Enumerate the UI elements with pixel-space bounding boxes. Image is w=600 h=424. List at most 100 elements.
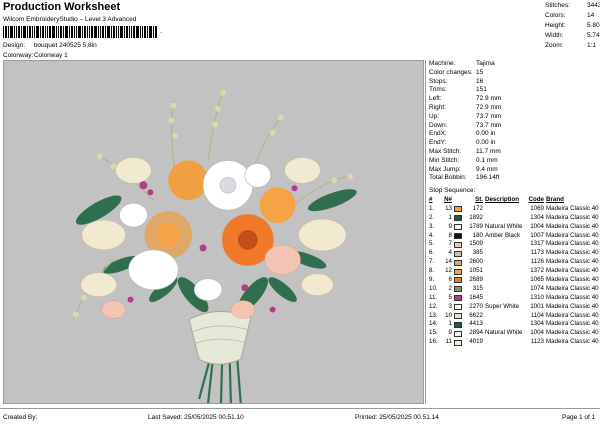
stat-height: Height: 5.80 in <box>545 21 600 31</box>
row-brand: Madeira Classic 40 <box>546 267 599 275</box>
stat-label: Zoom: <box>545 42 564 49</box>
stat-value: 14 <box>587 12 595 19</box>
row-stitches: 385 <box>472 249 483 257</box>
row-needle: 8 <box>448 231 452 239</box>
row-brand: Madeira Classic 40 <box>546 204 599 212</box>
color-swatch <box>454 330 462 337</box>
row-needle: 14 <box>445 258 452 266</box>
info-row: Max Stitch: 11.7 mm <box>429 148 501 157</box>
table-row: 14. 1 4413 1304 Madeira Classic 40 <box>429 320 599 329</box>
row-needle: 11 <box>445 338 452 346</box>
info-row: Stops: 16 <box>429 78 501 87</box>
colorway-row: Colonway: Colonway 1 <box>3 52 68 59</box>
stat-label: Width: <box>545 32 564 39</box>
footer: Created By: Last Saved: 25/05/2025 00.51… <box>0 408 600 424</box>
row-brand: Madeira Classic 40 <box>546 222 599 230</box>
row-needle: 1 <box>448 320 452 328</box>
color-swatch <box>454 277 462 284</box>
row-needle: 10 <box>445 311 452 319</box>
row-stitches: 180 <box>472 231 483 239</box>
row-brand: Madeira Classic 40 <box>546 240 599 248</box>
row-index: 10. <box>429 284 438 292</box>
info-value: 0.00 in <box>476 130 496 138</box>
row-needle: 12 <box>445 267 452 275</box>
barcode-suffix: . <box>160 28 162 35</box>
info-row: Color changes: 15 <box>429 69 501 78</box>
machine-info: Machine: Tajima Color changes: 15 Stops: 16… <box>429 60 501 183</box>
color-swatch <box>454 241 462 248</box>
table-row: 7. 14 2600 1126 Madeira Classic 40 <box>429 258 599 267</box>
color-swatch <box>454 206 462 213</box>
stat-colors: Colors: 14 <box>545 11 600 21</box>
row-needle: 9 <box>448 222 452 230</box>
color-swatch <box>454 233 462 239</box>
row-description: Natural White <box>485 329 523 337</box>
info-label: Color changes: <box>429 68 473 76</box>
row-code: 1310 <box>530 293 544 301</box>
row-needle: 5 <box>448 293 452 301</box>
color-swatch <box>454 224 462 231</box>
row-index: 8. <box>429 267 435 275</box>
row-stitches: 4019 <box>469 338 483 346</box>
row-code: 1304 <box>530 213 544 221</box>
row-needle: 6 <box>448 276 452 284</box>
table-row: 10. 2 315 1074 Madeira Classic 40 <box>429 285 599 294</box>
info-row: Machine: Tajima <box>429 60 501 69</box>
stat-zoom: Zoom: 1:1 <box>545 41 600 51</box>
barcode <box>3 26 157 38</box>
stat-value: 5.74 in <box>587 32 600 39</box>
header-num: # <box>429 196 433 203</box>
table-row: 16. 11 4019 1123 Madeira Classic 40 <box>429 338 599 347</box>
colorway-label: Colonway: <box>3 52 34 59</box>
stat-label: Height: <box>545 22 566 29</box>
row-needle: 7 <box>448 240 452 248</box>
row-code: 1104 <box>530 311 544 319</box>
design-stats: Stitches:34436 Colors:14 Height:5.80 in … <box>545 1 600 51</box>
table-row: 11. 5 1645 1310 Madeira Classic 40 <box>429 294 599 303</box>
row-index: 14. <box>429 320 438 328</box>
info-value: 15 <box>476 68 484 76</box>
row-brand: Madeira Classic 40 <box>546 338 599 346</box>
info-row: Min Stitch: 0.1 mm <box>429 157 501 166</box>
color-swatch <box>454 215 462 222</box>
color-swatch <box>454 339 462 346</box>
info-value: 9.4 mm <box>476 165 498 173</box>
stat-value: 34436 <box>587 2 600 9</box>
row-index: 6. <box>429 249 435 257</box>
info-value: 196.14ft <box>476 174 500 182</box>
row-code: 1001 <box>530 302 544 310</box>
row-code: 1372 <box>530 267 544 275</box>
page-number: Page 1 of 1 <box>562 414 596 421</box>
color-swatch <box>454 313 462 320</box>
info-label: Down: <box>429 121 448 129</box>
info-value: 72.9 mm <box>476 103 502 111</box>
color-swatch <box>454 250 462 257</box>
info-value: 11.7 mm <box>476 147 501 155</box>
row-stitches: 1645 <box>469 293 483 301</box>
bouquet-illustration <box>72 89 357 403</box>
header-needle: N# <box>444 196 452 203</box>
row-brand: Madeira Classic 40 <box>546 311 599 319</box>
row-code: 1074 <box>530 284 544 292</box>
row-description: Natural White <box>485 222 523 230</box>
row-index: 16. <box>429 338 438 346</box>
sequence-rows: 1. 13 172 1069 Madeira Classic 40 2. 1 1892 1304… <box>429 205 599 347</box>
stat-stitches: Stitches: 34436 <box>545 1 600 11</box>
row-brand: Madeira Classic 40 <box>546 276 599 284</box>
header-swatch-spacer <box>454 197 462 203</box>
info-value: 73.7 mm <box>476 112 502 120</box>
row-brand: Madeira Classic 40 <box>546 258 599 266</box>
table-row: 1. 13 172 1069 Madeira Classic 40 <box>429 205 599 214</box>
info-label: Left: <box>429 95 442 103</box>
row-brand: Madeira Classic 40 <box>546 231 599 239</box>
row-brand: Madeira Classic 40 <box>546 329 599 337</box>
bouquet-wrap <box>188 311 252 365</box>
color-swatch <box>454 321 462 328</box>
row-needle: 2 <box>448 284 452 292</box>
info-label: EndY: <box>429 139 447 147</box>
design-value: bouquet 240525 5,8in <box>33 42 97 49</box>
header-description: Description <box>485 196 520 203</box>
row-code: 1123 <box>530 338 544 346</box>
header-stitches: St. <box>475 196 483 203</box>
row-brand: Madeira Classic 40 <box>546 302 599 310</box>
